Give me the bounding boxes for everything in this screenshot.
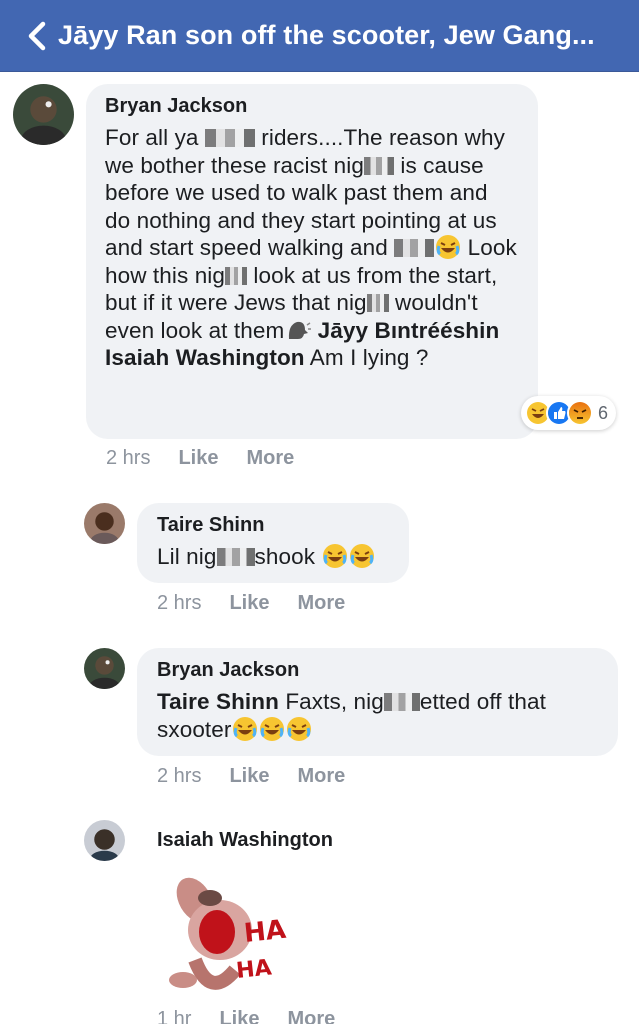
more-button[interactable]: More [288, 1008, 336, 1024]
comment-author[interactable]: Isaiah Washington [157, 829, 333, 852]
avatar[interactable] [84, 820, 125, 861]
speaking-head-emoji-icon [285, 317, 312, 343]
top-bar: Jāyy Ran son off the scooter, Jew Gang..… [0, 0, 639, 72]
censored-word [394, 239, 435, 257]
svg-text:HA: HA [235, 955, 273, 984]
censored-word [216, 548, 255, 566]
comment-text: For all ya riders....The reason why we b… [105, 125, 517, 370]
like-button[interactable]: Like [178, 447, 218, 470]
censored-word [383, 693, 420, 711]
comment-actions: 2 hrs Like More [157, 592, 345, 615]
comment-actions: 2 hrs Like More [106, 447, 294, 470]
comment-bubble[interactable]: Bryan Jackson Taire Shinn Faxts, nig ette… [137, 648, 618, 756]
mention[interactable]: Taire Shinn [157, 689, 279, 714]
timestamp[interactable]: 1 hr [157, 1008, 191, 1024]
like-button[interactable]: Like [229, 765, 269, 788]
laughing-emoji-icon [286, 716, 312, 742]
comment-text: Lil nig shook [157, 543, 389, 571]
comment-actions: 2 hrs Like More [157, 765, 345, 788]
reaction-count: 6 [598, 402, 609, 423]
post-title: Jāyy Ran son off the scooter, Jew Gang..… [58, 20, 595, 50]
censored-word [225, 266, 248, 285]
timestamp[interactable]: 2 hrs [157, 592, 201, 615]
comment-bubble[interactable]: Bryan Jackson For all ya riders....The r… [86, 84, 538, 439]
more-button[interactable]: More [298, 765, 346, 788]
angry-reaction-icon [567, 400, 593, 426]
avatar[interactable] [13, 84, 74, 145]
censored-word [366, 294, 389, 312]
reaction-summary[interactable]: 6 [521, 396, 617, 430]
censored-word [204, 129, 255, 147]
comment-author[interactable]: Taire Shinn [157, 514, 389, 537]
like-button[interactable]: Like [229, 592, 269, 615]
avatar[interactable] [84, 648, 125, 689]
avatar[interactable] [84, 503, 125, 544]
censored-word [364, 156, 394, 175]
comment-author[interactable]: Bryan Jackson [105, 95, 518, 118]
laughing-emoji-icon [435, 234, 461, 260]
comment-actions: 1 hr Like More [157, 1008, 335, 1024]
laughing-emoji-icon [322, 543, 348, 569]
like-button[interactable]: Like [219, 1008, 259, 1024]
laughing-emoji-icon [232, 716, 258, 742]
comment-bubble[interactable]: Taire Shinn Lil nig shook [137, 503, 409, 583]
svg-text:HA: HA [243, 915, 288, 949]
laughing-emoji-icon [349, 543, 375, 569]
timestamp[interactable]: 2 hrs [106, 447, 150, 470]
more-button[interactable]: More [298, 592, 346, 615]
chevron-left-icon [28, 21, 46, 50]
laughing-emoji-icon [259, 716, 285, 742]
timestamp[interactable]: 2 hrs [157, 765, 201, 788]
more-button[interactable]: More [247, 447, 295, 470]
back-button[interactable] [0, 0, 58, 72]
comment-author[interactable]: Bryan Jackson [157, 659, 598, 682]
haha-sticker: HA HA [155, 870, 295, 1000]
comment-text: Taire Shinn Faxts, nig etted off that sxo… [157, 689, 546, 742]
